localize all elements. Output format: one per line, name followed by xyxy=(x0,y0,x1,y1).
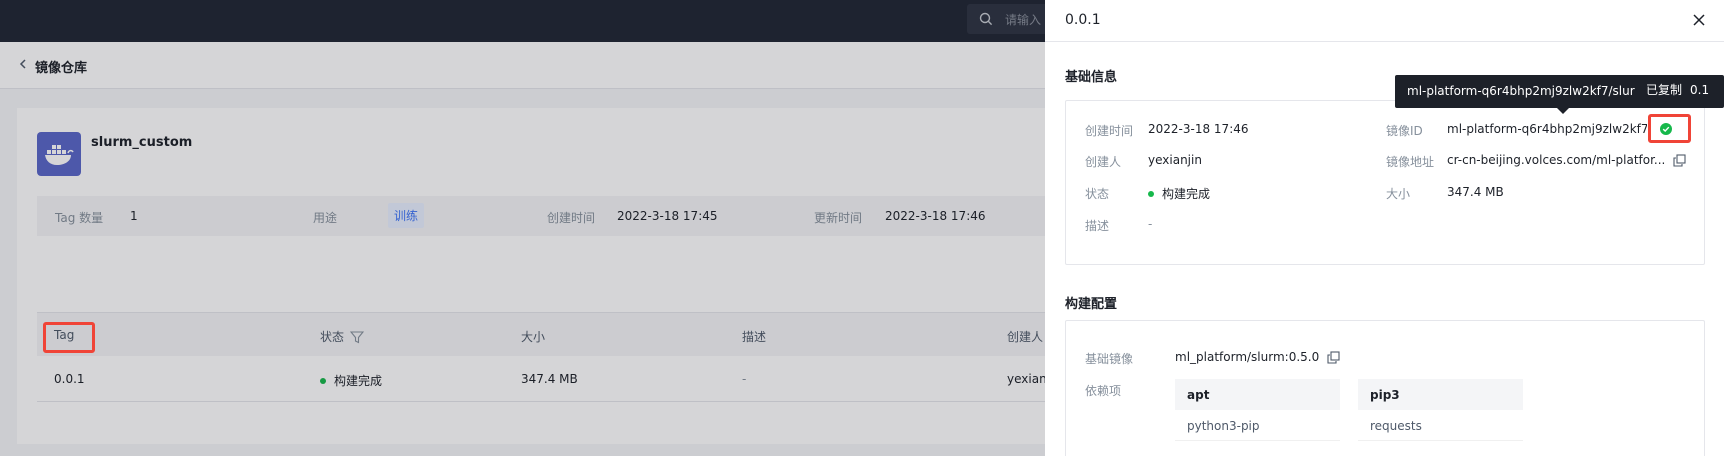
status-value: 构建完成 xyxy=(1148,185,1210,202)
status-label: 状态 xyxy=(1085,187,1110,201)
tooltip-arrow xyxy=(1557,108,1569,114)
description-value: - xyxy=(1148,217,1153,231)
dependencies-label: 依赖项 xyxy=(1085,384,1122,398)
description-label: 描述 xyxy=(1085,219,1110,233)
build-config-title: 构建配置 xyxy=(1065,297,1118,312)
dependency-item: python3-pip xyxy=(1175,410,1340,441)
tag-detail-drawer: 0.0.1 基础信息 创建时间 2022-3-18 17:46 创建人 yexi… xyxy=(1045,0,1724,456)
size-label: 大小 xyxy=(1386,187,1411,201)
close-icon[interactable] xyxy=(1689,10,1709,30)
copied-tooltip: 已复制 xyxy=(1635,75,1687,107)
tooltip-text: ml-platform-q6r4bhp2mj9zlw2kf7/slurm xyxy=(1407,84,1647,98)
size-value: 347.4 MB xyxy=(1447,185,1504,199)
drawer-mask[interactable] xyxy=(0,0,1045,456)
image-address-value: cr-cn-beijing.volces.com/ml-platfor... xyxy=(1447,153,1686,167)
copy-icon[interactable] xyxy=(1673,154,1686,167)
image-id-value: ml-platform-q6r4bhp2mj9zlw2kf7/... xyxy=(1447,122,1647,136)
image-address-label: 镜像地址 xyxy=(1386,155,1435,169)
basic-info-title: 基础信息 xyxy=(1065,70,1118,85)
creator-label: 创建人 xyxy=(1085,155,1122,169)
dependency-apt: apt python3-pip xyxy=(1175,379,1340,441)
created-time-label: 创建时间 xyxy=(1085,124,1134,138)
base-image-value: ml_platform/slurm:0.5.0 xyxy=(1175,350,1340,364)
basic-info-box: 创建时间 2022-3-18 17:46 创建人 yexianjin 状态 构建… xyxy=(1065,100,1705,265)
tag-link-highlight xyxy=(43,322,95,353)
status-dot xyxy=(1148,190,1154,197)
created-time-value: 2022-3-18 17:46 xyxy=(1148,122,1249,136)
dependency-name: apt xyxy=(1175,379,1340,410)
copy-check-highlight xyxy=(1648,114,1691,143)
copy-icon[interactable] xyxy=(1327,351,1340,364)
tooltip-arrow xyxy=(1655,101,1667,107)
tooltip-text-tail: 0.1 xyxy=(1690,83,1710,97)
dependency-item: requests xyxy=(1358,410,1523,441)
base-image-label: 基础镜像 xyxy=(1085,352,1134,366)
build-config-box: 基础镜像 ml_platform/slurm:0.5.0 依赖项 apt pyt… xyxy=(1065,320,1705,456)
copied-text: 已复制 xyxy=(1646,83,1683,97)
creator-value: yexianjin xyxy=(1148,153,1202,167)
drawer-header: 0.0.1 xyxy=(1045,0,1724,42)
drawer-title: 0.0.1 xyxy=(1065,12,1101,28)
image-id-label: 镜像ID xyxy=(1386,124,1423,138)
dependency-pip3: pip3 requests xyxy=(1358,379,1523,441)
dependency-name: pip3 xyxy=(1358,379,1523,410)
